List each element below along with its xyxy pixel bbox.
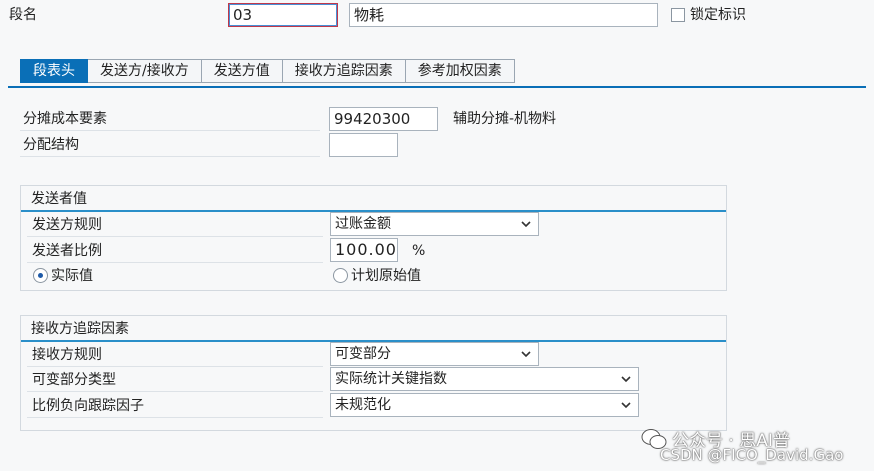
receiver-rule-label: 接收方规则: [32, 347, 102, 363]
row-divider: [27, 417, 323, 418]
actual-value-radio[interactable]: [33, 268, 48, 283]
sender-rule-value: 过账金额: [335, 216, 391, 232]
allocation-structure-label: 分配结构: [23, 137, 79, 153]
negative-tracing-factor-value: 未规范化: [335, 397, 391, 413]
lock-indicator-label: 锁定标识: [690, 7, 746, 23]
row-divider: [27, 262, 323, 263]
variable-portion-type-label: 可变部分类型: [32, 372, 116, 388]
receiver-tracing-title: 接收方追踪因素: [31, 321, 129, 337]
row-divider: [27, 366, 323, 367]
actual-value-label: 实际值: [51, 268, 93, 284]
row-divider: [27, 391, 323, 392]
tab-strip: 段表头 发送方/接收方 发送方值 接收方追踪因素 参考加权因素: [20, 59, 515, 83]
chevron-down-icon: [521, 221, 531, 228]
sender-rule-select[interactable]: 过账金额: [330, 212, 539, 236]
cost-element-input[interactable]: 99420300: [329, 107, 438, 131]
plan-original-value-radio[interactable]: [333, 268, 348, 283]
row-divider: [27, 236, 323, 237]
row-divider: [20, 130, 320, 131]
segment-name-input[interactable]: 03: [228, 3, 338, 27]
sender-values-group: 发送者值 发送方规则 过账金额 发送者比例 100.00 % 实际值 计划原始值: [20, 185, 727, 291]
cost-element-label: 分摊成本要素: [23, 111, 107, 127]
cost-element-description: 辅助分摊-机物料: [453, 111, 557, 127]
receiver-rule-select[interactable]: 可变部分: [330, 342, 539, 366]
chevron-down-icon: [621, 376, 631, 383]
plan-original-value-label: 计划原始值: [351, 268, 421, 284]
chevron-down-icon: [621, 402, 631, 409]
variable-portion-type-select[interactable]: 实际统计关键指数: [330, 367, 639, 391]
row-divider: [20, 156, 320, 157]
sender-values-title: 发送者值: [31, 191, 87, 207]
sender-ratio-input[interactable]: 100.00: [330, 238, 398, 262]
receiver-rule-value: 可变部分: [335, 346, 391, 362]
tab-receiver-tracing-factor[interactable]: 接收方追踪因素: [282, 59, 406, 83]
tab-reference-weighting-factor[interactable]: 参考加权因素: [405, 59, 515, 83]
watermark-credit: CSDN @FICO_David.Gao: [660, 446, 844, 464]
tab-sender-values[interactable]: 发送方值: [201, 59, 283, 83]
tab-sender-receiver[interactable]: 发送方/接收方: [88, 59, 202, 83]
tab-underline: [8, 86, 866, 88]
percent-unit: %: [412, 243, 426, 259]
segment-name-label: 段名: [9, 7, 37, 23]
chevron-down-icon: [521, 351, 531, 358]
tab-segment-header[interactable]: 段表头: [20, 59, 88, 83]
segment-description-input[interactable]: 物耗: [349, 3, 658, 27]
receiver-tracing-group: 接收方追踪因素 接收方规则 可变部分 可变部分类型 实际统计关键指数 比例负向跟…: [20, 315, 727, 431]
sender-ratio-label: 发送者比例: [32, 243, 102, 259]
negative-tracing-factor-select[interactable]: 未规范化: [330, 393, 639, 417]
allocation-structure-input[interactable]: [329, 133, 398, 157]
lock-indicator-checkbox[interactable]: [671, 8, 685, 22]
negative-tracing-factor-label: 比例负向跟踪因子: [32, 398, 144, 414]
variable-portion-type-value: 实际统计关键指数: [335, 371, 447, 387]
sender-rule-label: 发送方规则: [32, 217, 102, 233]
